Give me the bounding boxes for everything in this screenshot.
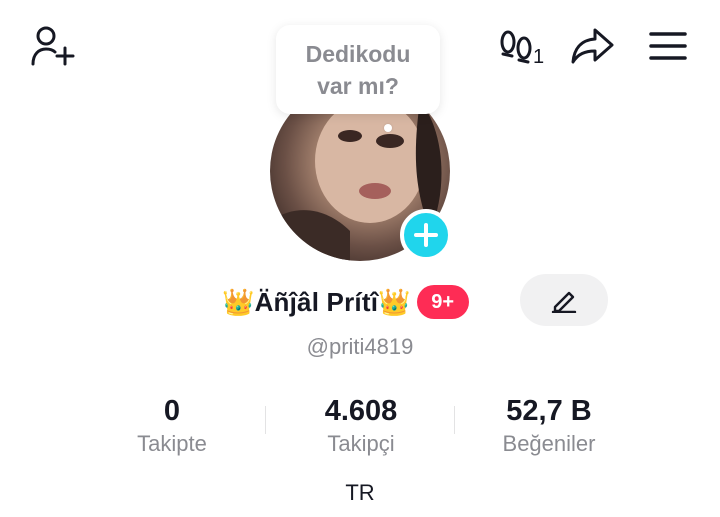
- add-story-button[interactable]: [400, 209, 452, 261]
- stat-likes[interactable]: 52,7 B Beğeniler: [454, 392, 644, 458]
- share-arrow-icon: [571, 28, 614, 64]
- stat-followers-value: 4.608: [324, 395, 398, 427]
- stat-following[interactable]: 0 Takipte: [77, 392, 267, 458]
- menu-button[interactable]: [644, 24, 692, 68]
- bio-text: TR: [345, 480, 375, 505]
- profile-views-count: 1: [533, 46, 545, 68]
- plus-icon: [414, 223, 438, 247]
- stat-following-label: Takipte: [137, 431, 207, 456]
- add-friend-button[interactable]: [26, 24, 78, 68]
- stat-likes-value: 52,7 B: [506, 395, 592, 427]
- hamburger-menu-icon: [649, 32, 687, 60]
- add-user-icon: [31, 26, 75, 66]
- profile-views-button[interactable]: 1: [497, 26, 549, 70]
- status-bubble[interactable]: Dedikodu var mı?: [276, 25, 440, 114]
- name-row: 👑Äñĵâl Prítî👑 9+: [222, 280, 469, 324]
- edit-profile-button[interactable]: [520, 274, 608, 326]
- bubble-line-1: Dedikodu: [305, 40, 411, 67]
- username: @priti4819: [306, 334, 414, 359]
- notification-badge[interactable]: 9+: [416, 285, 469, 319]
- stat-followers[interactable]: 4.608 Takipçi: [266, 392, 456, 458]
- bubble-tail: [384, 124, 392, 132]
- footprint-icon: [500, 30, 532, 64]
- bubble-line-2: var mı?: [317, 72, 399, 99]
- pencil-icon: [551, 291, 577, 313]
- display-name: 👑Äñĵâl Prítî👑: [222, 286, 411, 317]
- stat-likes-label: Beğeniler: [502, 431, 596, 456]
- stat-followers-label: Takipçi: [327, 431, 395, 456]
- share-button[interactable]: [566, 24, 618, 68]
- stat-following-value: 0: [163, 395, 181, 427]
